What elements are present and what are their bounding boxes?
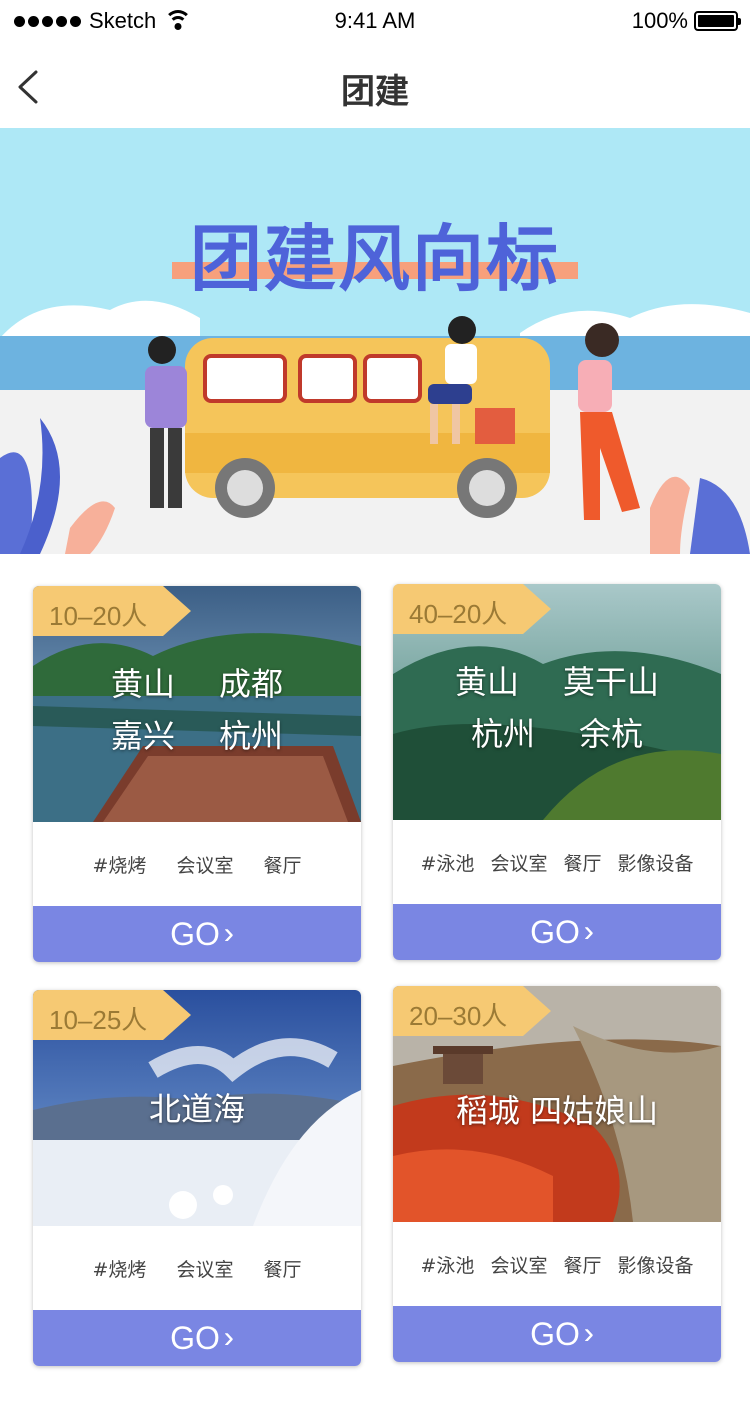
tag: 会议室 [490, 1254, 548, 1277]
place-label: 莫干山 [563, 663, 660, 701]
facility-tags: #烧烤 会议室 餐厅 [33, 1226, 361, 1310]
tag: 餐厅 [563, 1254, 602, 1277]
tag: 餐厅 [263, 854, 302, 877]
destination-card[interactable]: 40–20人 黄山 莫干山 杭州 余杭 #泳池 会议室 餐厅 影像设备 GO›› [393, 584, 721, 960]
tag: 会议室 [176, 854, 234, 877]
facility-tags: #泳池 会议室 餐厅 影像设备 [393, 1222, 721, 1306]
facility-tags: #泳池 会议室 餐厅 影像设备 [393, 820, 721, 904]
group-size-badge: 40–20人 [393, 584, 551, 634]
battery-percentage: 100% [631, 8, 688, 33]
tag: 会议室 [176, 1258, 234, 1281]
group-size-badge: 10–20人 [33, 586, 191, 636]
tag: 餐厅 [563, 852, 602, 875]
tag: #泳池 [420, 1254, 475, 1277]
place-label: 北道海 [148, 1090, 245, 1128]
go-button[interactable]: GO›› [33, 906, 361, 962]
destination-card[interactable]: 10–20人 黄山 成都 嘉兴 杭州 #烧烤 会议室 餐厅 GO›› [33, 586, 361, 962]
status-right: 100% [631, 8, 741, 34]
nav-bar: 团建 [0, 44, 750, 128]
battery-icon [694, 11, 741, 31]
destination-places: 黄山 莫干山 杭州 余杭 [393, 654, 721, 758]
go-button[interactable]: GO›› [33, 1310, 361, 1366]
group-size-badge: 10–25人 [33, 990, 191, 1040]
tag: #泳池 [420, 852, 475, 875]
tag: 会议室 [490, 852, 548, 875]
place-label: 黄山 [110, 665, 175, 703]
go-button[interactable]: GO›› [393, 904, 721, 960]
go-label: GO [170, 915, 220, 952]
destination-card[interactable]: 10–25人 北道海 #烧烤 会议室 餐厅 GO›› [33, 990, 361, 1366]
tag: #烧烤 [92, 854, 147, 877]
tag: 影像设备 [617, 1254, 694, 1277]
tag: #烧烤 [92, 1258, 147, 1281]
place-label: 黄山 [454, 663, 519, 701]
facility-tags: #烧烤 会议室 餐厅 [33, 822, 361, 906]
go-button[interactable]: GO›› [393, 1306, 721, 1362]
place-label: 成都 [219, 665, 284, 703]
tag: 餐厅 [263, 1258, 302, 1281]
banner-title: 团建风向标 [189, 217, 560, 301]
banner-illustration [0, 300, 750, 554]
place-label: 杭州 [470, 715, 535, 753]
place-label: 余杭 [579, 715, 644, 753]
go-label: GO [170, 1319, 220, 1356]
destination-card[interactable]: 20–30人 稻城 四姑娘山 #泳池 会议室 餐厅 影像设备 GO›› [393, 986, 721, 1362]
destination-places: 北道海 [33, 1084, 361, 1130]
destination-places: 稻城 四姑娘山 [393, 1086, 721, 1132]
place-label: 杭州 [219, 717, 284, 755]
go-label: GO [530, 913, 580, 950]
tag: 影像设备 [617, 852, 694, 875]
banner[interactable]: 团建风向标 [0, 128, 750, 554]
go-label: GO [530, 1315, 580, 1352]
group-size-badge: 20–30人 [393, 986, 551, 1036]
place-label: 嘉兴 [110, 717, 175, 755]
page-title: 团建 [341, 72, 409, 112]
destination-places: 黄山 成都 嘉兴 杭州 [33, 656, 361, 760]
status-bar: Sketch 9:41 AM 100% [0, 0, 750, 44]
place-label: 稻城 四姑娘山 [455, 1092, 659, 1130]
